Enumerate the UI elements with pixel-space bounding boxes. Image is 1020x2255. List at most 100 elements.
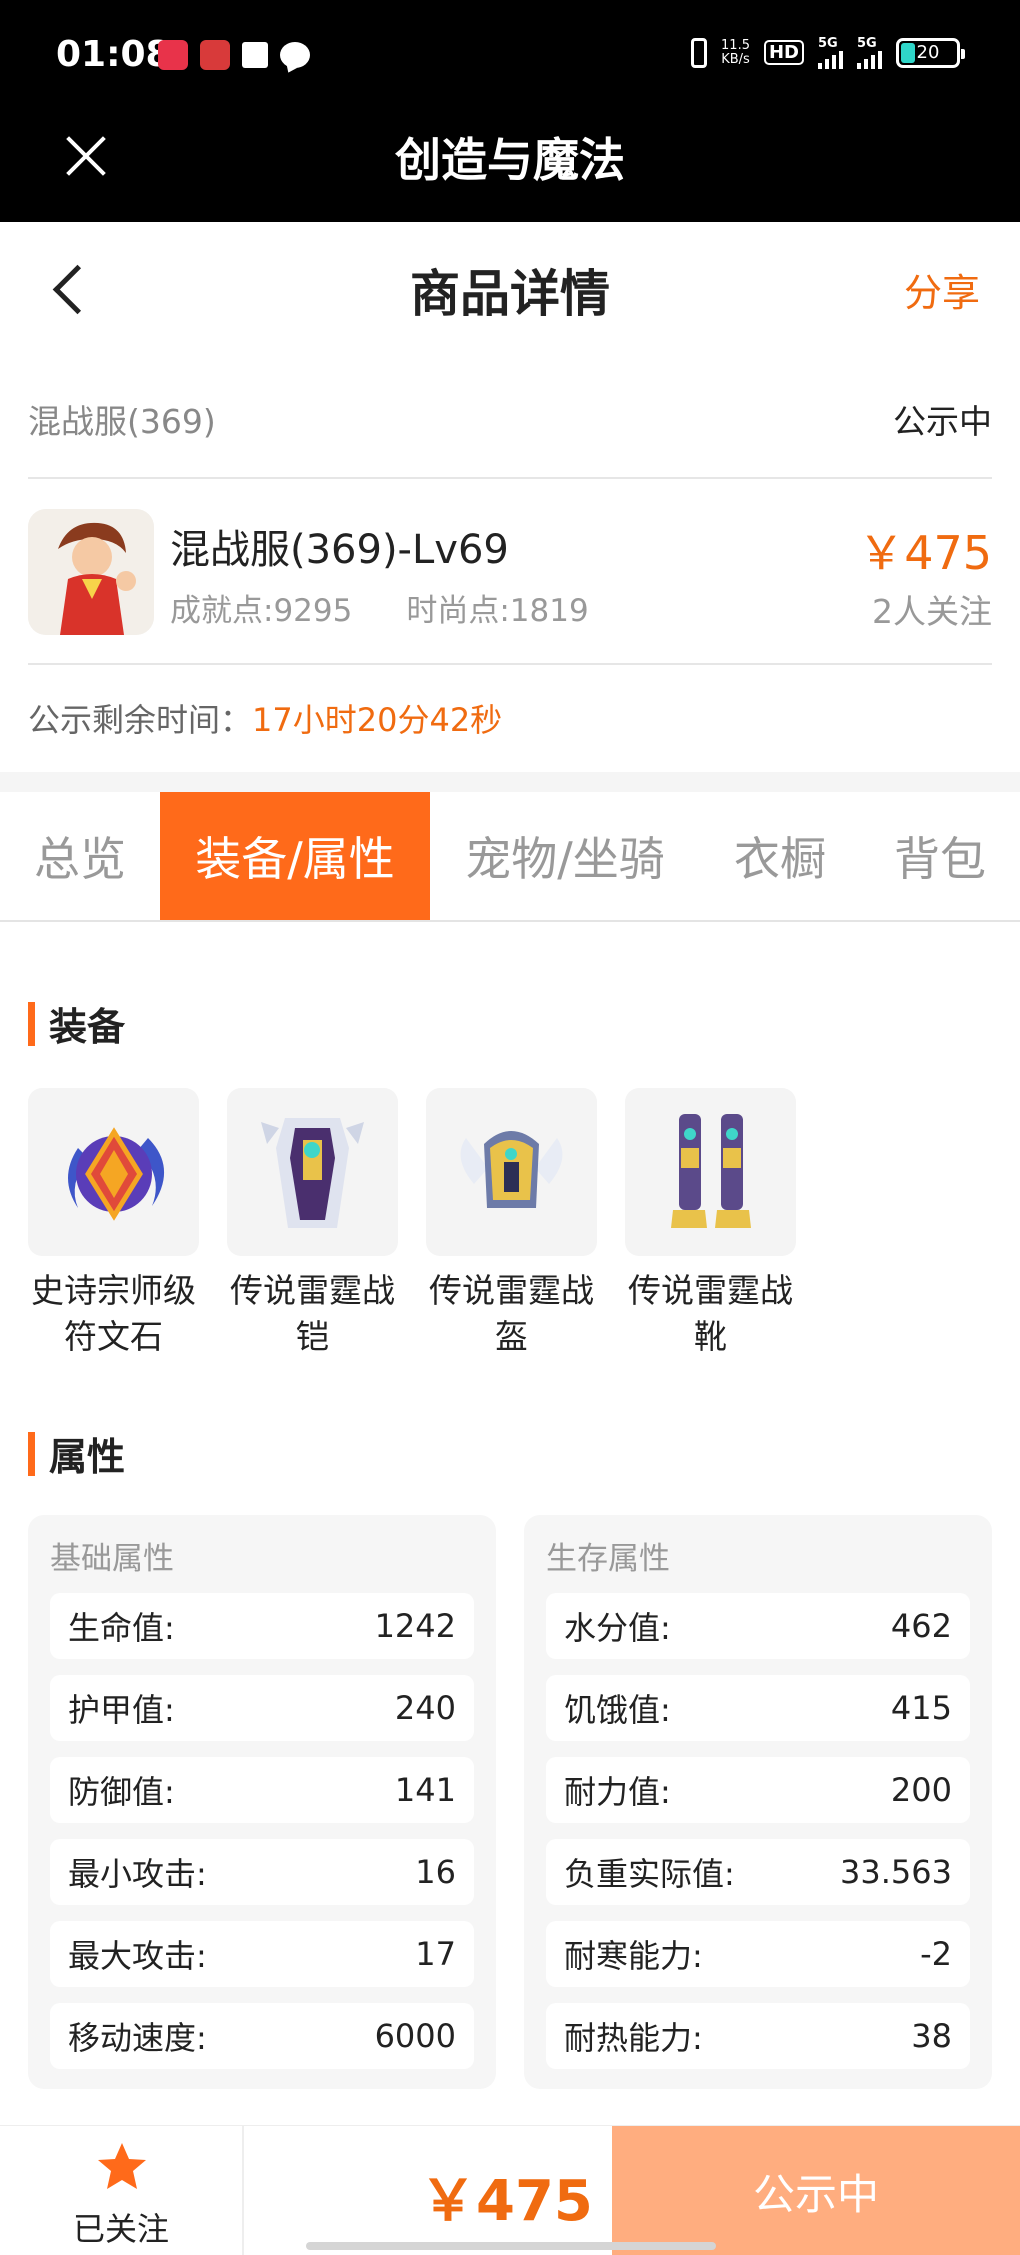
attribute-row: 负重实际值: 33.563 <box>546 1839 970 1905</box>
product-summary[interactable]: 混战服(369)-Lv69 成就点:9295 时尚点:1819 ￥475 2人关注 <box>28 481 992 665</box>
tab-overview[interactable]: 总览 <box>0 792 160 920</box>
helmet-icon <box>426 1088 597 1256</box>
status-time: 01:08 <box>56 34 171 75</box>
attribute-label: 移动速度: <box>68 2019 207 2057</box>
basic-attributes-card: 基础属性 生命值: 1242 护甲值: 240 防御值: 141 最小攻击: 16 最大… <box>28 1515 496 2089</box>
equipment-section-title: 装备 <box>49 1005 126 1049</box>
attribute-row: 耐热能力: 38 <box>546 2003 970 2069</box>
listing-status: 公示中 <box>893 402 992 441</box>
equipment-item[interactable]: 史诗宗师级 符文石 <box>28 1088 199 1360</box>
section-accent-bar <box>28 1001 35 1046</box>
attribute-value: 38 <box>911 2017 952 2055</box>
network-type-2: 5G <box>857 36 877 51</box>
attribute-label: 最小攻击: <box>68 1855 207 1893</box>
attribute-row: 饥饿值: 415 <box>546 1675 970 1741</box>
attribute-value: -2 <box>920 1935 952 1973</box>
attribute-label: 生命值: <box>68 1609 175 1647</box>
square-app-icon <box>242 42 268 68</box>
countdown-row: 公示剩余时间：17小时20分42秒 <box>28 695 502 741</box>
app-title: 创造与魔法 <box>395 133 625 187</box>
follow-button[interactable]: 已关注 <box>0 2126 244 2255</box>
attribute-label: 负重实际值: <box>564 1855 735 1893</box>
equipment-name: 史诗宗师级 符文石 <box>28 1268 199 1360</box>
equipment-name: 传说雷霆战 铠 <box>227 1268 398 1360</box>
equipment-item[interactable]: 传说雷霆战 铠 <box>227 1088 398 1360</box>
character-avatar <box>28 509 154 635</box>
attribute-label: 饥饿值: <box>564 1691 671 1729</box>
attribute-value: 415 <box>890 1689 952 1727</box>
detail-tabs: 总览 装备/属性 宠物/坐骑 衣橱 背包 <box>0 792 1020 922</box>
server-row: 混战服(369) 公示中 <box>28 375 992 479</box>
equipment-name-line1: 传说雷霆战 <box>429 1271 594 1310</box>
equipment-name-line1: 传说雷霆战 <box>230 1271 395 1310</box>
attribute-value: 240 <box>394 1689 456 1727</box>
boots-icon <box>625 1088 796 1256</box>
follower-count: 2人关注 <box>872 592 992 631</box>
network-type-1: 5G <box>818 36 838 51</box>
speed-unit: KB/s <box>721 51 750 67</box>
equipment-grid: 史诗宗师级 符文石 传说雷霆战 铠 传说雷霆战 盔 传说雷霆战 靴 <box>28 1088 796 1360</box>
attribute-label: 最大攻击: <box>68 1937 207 1975</box>
news-app-icon <box>200 40 230 70</box>
red-app-icon <box>158 40 188 70</box>
section-divider <box>0 772 1020 792</box>
vibrate-icon <box>691 37 708 68</box>
equipment-name-line2: 符文石 <box>64 1317 163 1356</box>
tab-equipment-attributes[interactable]: 装备/属性 <box>160 792 430 920</box>
attribute-value: 33.563 <box>840 1853 952 1891</box>
equipment-name: 传说雷霆战 盔 <box>426 1268 597 1360</box>
countdown-value: 17小时20分42秒 <box>252 701 503 739</box>
survival-attributes-card: 生存属性 水分值: 462 饥饿值: 415 耐力值: 200 负重实际值: 33.56… <box>524 1515 992 2089</box>
tab-wardrobe[interactable]: 衣橱 <box>700 792 860 920</box>
status-bar: 01:08 11.5 KB/s HD 5G 5G 20 <box>0 0 1020 110</box>
hd-icon: HD <box>763 40 804 65</box>
attribute-value: 6000 <box>374 2017 456 2055</box>
equipment-item[interactable]: 传说雷霆战 靴 <box>625 1088 796 1360</box>
equipment-name-line2: 铠 <box>296 1317 329 1356</box>
fashion-points: 时尚点:1819 <box>406 593 589 629</box>
notification-icons <box>158 40 310 70</box>
equipment-name-line2: 盔 <box>495 1317 528 1356</box>
attribute-label: 水分值: <box>564 1609 671 1647</box>
tab-backpack[interactable]: 背包 <box>860 792 1020 920</box>
equipment-name-line1: 史诗宗师级 <box>31 1271 196 1310</box>
equipment-name-line2: 靴 <box>694 1317 727 1356</box>
page-title: 商品详情 <box>410 265 610 323</box>
countdown-label: 公示剩余时间： <box>28 701 253 739</box>
bottom-action-bar: 已关注 ￥475 公示中 <box>0 2125 1020 2255</box>
attributes-section-header: 属性 <box>28 1426 125 1481</box>
tab-pets-mounts[interactable]: 宠物/坐骑 <box>430 792 700 920</box>
attribute-row: 最大攻击: 17 <box>50 1921 474 1987</box>
achievement-points: 成就点:9295 <box>170 593 353 629</box>
attribute-row: 耐力值: 200 <box>546 1757 970 1823</box>
attribute-row: 护甲值: 240 <box>50 1675 474 1741</box>
bottom-price: ￥475 <box>420 2169 593 2234</box>
attribute-row: 生命值: 1242 <box>50 1593 474 1659</box>
signal-icon-1: 5G <box>818 36 843 69</box>
system-icons: 11.5 KB/s HD 5G 5G 20 <box>691 36 965 69</box>
attribute-label: 耐寒能力: <box>564 1937 703 1975</box>
attribute-value: 16 <box>415 1853 456 1891</box>
home-indicator <box>306 2242 716 2250</box>
app-bar: 创造与魔法 <box>0 110 1020 222</box>
attribute-value: 462 <box>890 1607 952 1645</box>
server-name: 混战服(369) <box>28 402 216 441</box>
attribute-row: 防御值: 141 <box>50 1757 474 1823</box>
section-accent-bar <box>28 1431 35 1476</box>
attribute-value: 1242 <box>374 1607 456 1645</box>
share-button[interactable]: 分享 <box>904 262 980 317</box>
rune-stone-icon <box>28 1088 199 1256</box>
basic-attributes-title: 基础属性 <box>50 1541 174 1577</box>
battery-level: 20 <box>916 42 940 63</box>
equipment-name-line1: 传说雷霆战 <box>628 1271 793 1310</box>
publicity-status-button[interactable]: 公示中 <box>612 2126 1020 2255</box>
attribute-label: 防御值: <box>68 1773 175 1811</box>
equipment-item[interactable]: 传说雷霆战 盔 <box>426 1088 597 1360</box>
attribute-label: 耐热能力: <box>564 2019 703 2057</box>
equipment-name: 传说雷霆战 靴 <box>625 1268 796 1360</box>
attribute-row: 最小攻击: 16 <box>50 1839 474 1905</box>
attribute-row: 移动速度: 6000 <box>50 2003 474 2069</box>
survival-attributes-title: 生存属性 <box>546 1541 670 1577</box>
armor-icon <box>227 1088 398 1256</box>
product-meta: 成就点:9295 时尚点:1819 <box>170 585 589 630</box>
